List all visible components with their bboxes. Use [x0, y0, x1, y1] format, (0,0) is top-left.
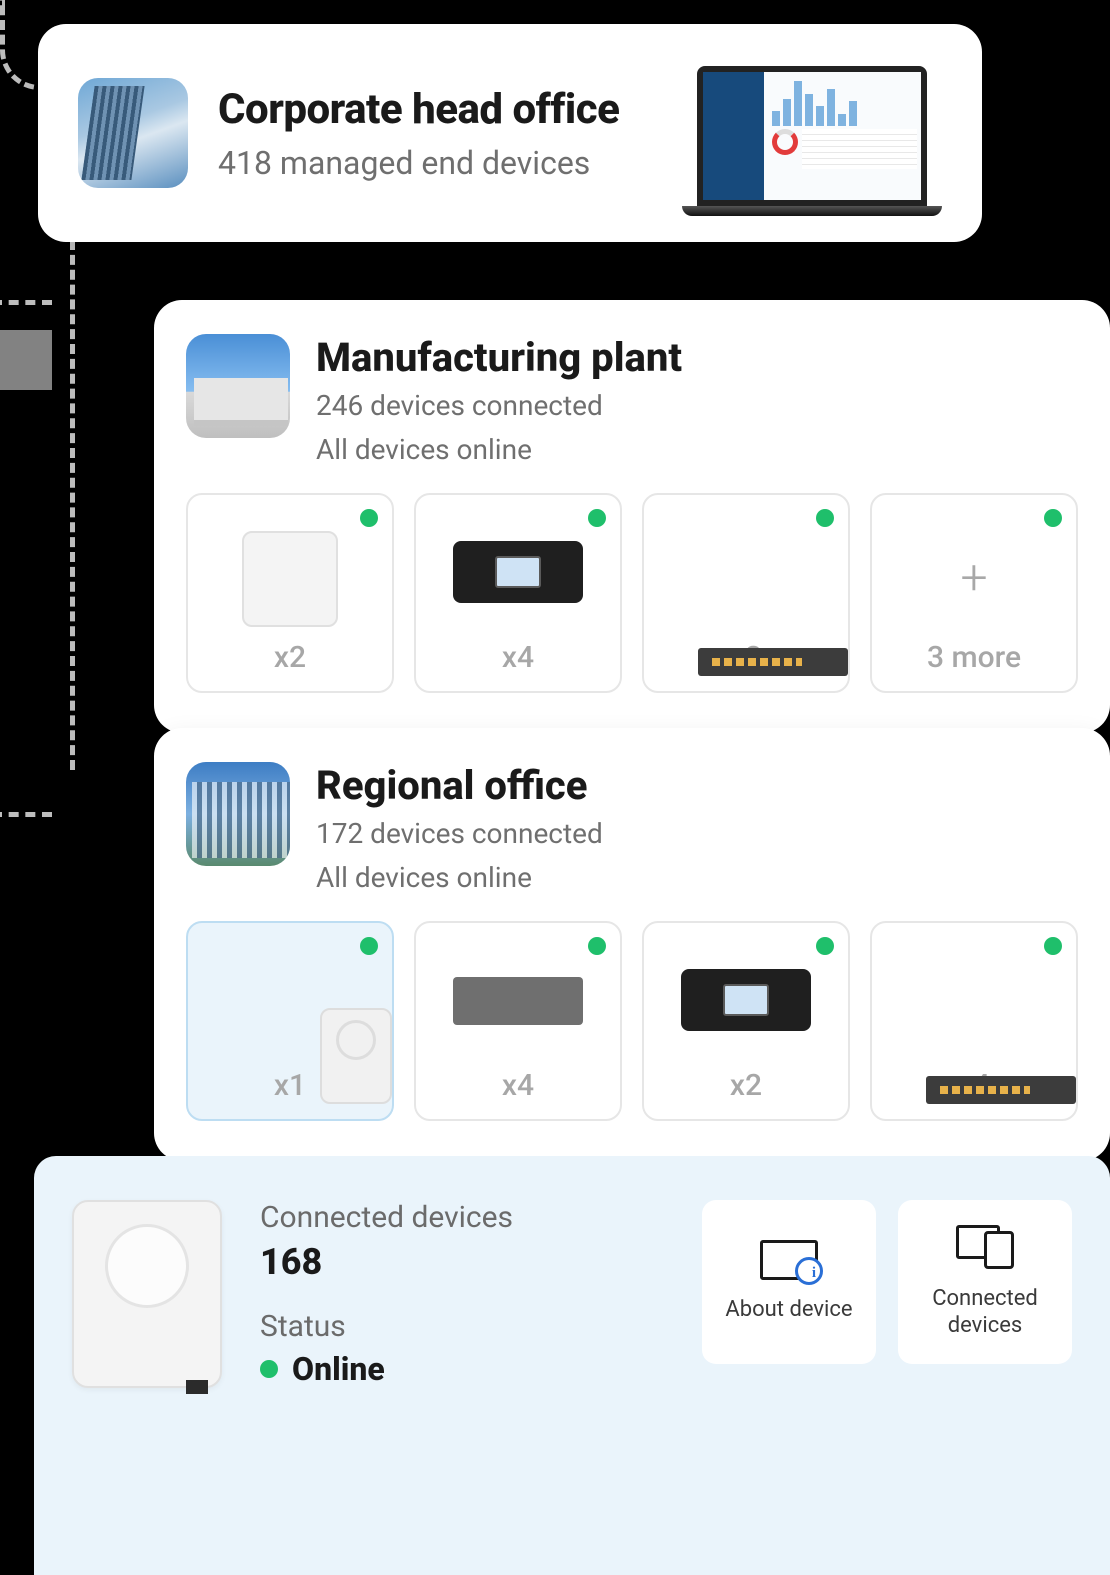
- connector-line: [0, 812, 52, 817]
- gateway-icon: [320, 1008, 392, 1104]
- router-icon: [681, 969, 811, 1031]
- site-status-line: All devices online: [316, 431, 682, 469]
- connector-line: [0, 300, 52, 305]
- connected-devices-label: Connected devices: [260, 1200, 664, 1235]
- device-count: x1: [274, 1068, 306, 1103]
- device-count: 3 more: [927, 640, 1021, 675]
- head-office-text: Corporate head office 418 managed end de…: [218, 85, 619, 182]
- device-tile-access-point[interactable]: x2: [186, 493, 394, 693]
- site-status-line: All devices online: [316, 859, 603, 897]
- regional-site-card[interactable]: Regional office 172 devices connected Al…: [154, 728, 1110, 1161]
- site-device-count: 246 devices connected: [316, 387, 682, 425]
- about-device-label: About device: [725, 1296, 852, 1324]
- head-office-card[interactable]: Corporate head office 418 managed end de…: [38, 24, 982, 242]
- manufacturing-site-card[interactable]: Manufacturing plant 246 devices connecte…: [154, 300, 1110, 733]
- device-tile-row: x2 x4 x3 + 3 more: [186, 493, 1078, 693]
- status-label: Status: [260, 1309, 664, 1344]
- status-dot-online: [260, 1360, 278, 1378]
- site-title: Manufacturing plant: [316, 334, 682, 381]
- head-office-subtitle: 418 managed end devices: [218, 144, 619, 182]
- connected-devices-label: Connected devices: [898, 1285, 1072, 1340]
- status-dot-online: [588, 509, 606, 527]
- access-point-icon: [242, 531, 338, 627]
- appliance-icon: [453, 977, 583, 1025]
- device-detail-panel: Connected devices 168 Status Online Abou…: [34, 1156, 1110, 1575]
- status-dot-online: [816, 937, 834, 955]
- plus-icon: +: [960, 549, 987, 606]
- device-detail-info: Connected devices 168 Status Online: [260, 1200, 664, 1531]
- switch-icon: [926, 1076, 1076, 1104]
- about-device-button[interactable]: About device: [702, 1200, 876, 1364]
- device-tile-switch[interactable]: x4: [870, 921, 1078, 1121]
- device-tile-switch[interactable]: x3: [642, 493, 850, 693]
- device-tile-row: x1 x4 x2 x4: [186, 921, 1078, 1121]
- status-dot-online: [360, 937, 378, 955]
- about-device-icon: [760, 1240, 818, 1280]
- connected-devices-value: 168: [260, 1241, 664, 1283]
- switch-icon: [698, 648, 848, 676]
- manufacturing-thumbnail: [186, 334, 290, 438]
- device-tile-gateway[interactable]: x1: [186, 921, 394, 1121]
- regional-thumbnail: [186, 762, 290, 866]
- status-dot-online: [588, 937, 606, 955]
- status-dot-online: [816, 509, 834, 527]
- selected-device-image: [72, 1200, 222, 1388]
- router-icon: [453, 541, 583, 603]
- site-device-count: 172 devices connected: [316, 815, 603, 853]
- device-tile-more[interactable]: + 3 more: [870, 493, 1078, 693]
- map-background-fragment: [0, 330, 52, 390]
- status-dot-online: [1044, 509, 1062, 527]
- device-count: x4: [502, 1068, 534, 1103]
- connected-devices-icon: [956, 1225, 1014, 1269]
- connector-line: [70, 240, 75, 770]
- status-dot-online: [1044, 937, 1062, 955]
- device-tile-box[interactable]: x4: [414, 921, 622, 1121]
- device-count: x4: [502, 640, 534, 675]
- device-count: x2: [274, 640, 306, 675]
- connected-devices-button[interactable]: Connected devices: [898, 1200, 1072, 1364]
- status-dot-online: [360, 509, 378, 527]
- status-value: Online: [292, 1350, 385, 1388]
- device-count: x2: [730, 1068, 762, 1103]
- dashboard-laptop-icon: [682, 66, 942, 236]
- site-title: Regional office: [316, 762, 603, 809]
- device-tile-router[interactable]: x4: [414, 493, 622, 693]
- head-office-title: Corporate head office: [218, 85, 619, 134]
- device-tile-router[interactable]: x2: [642, 921, 850, 1121]
- head-office-thumbnail: [78, 78, 188, 188]
